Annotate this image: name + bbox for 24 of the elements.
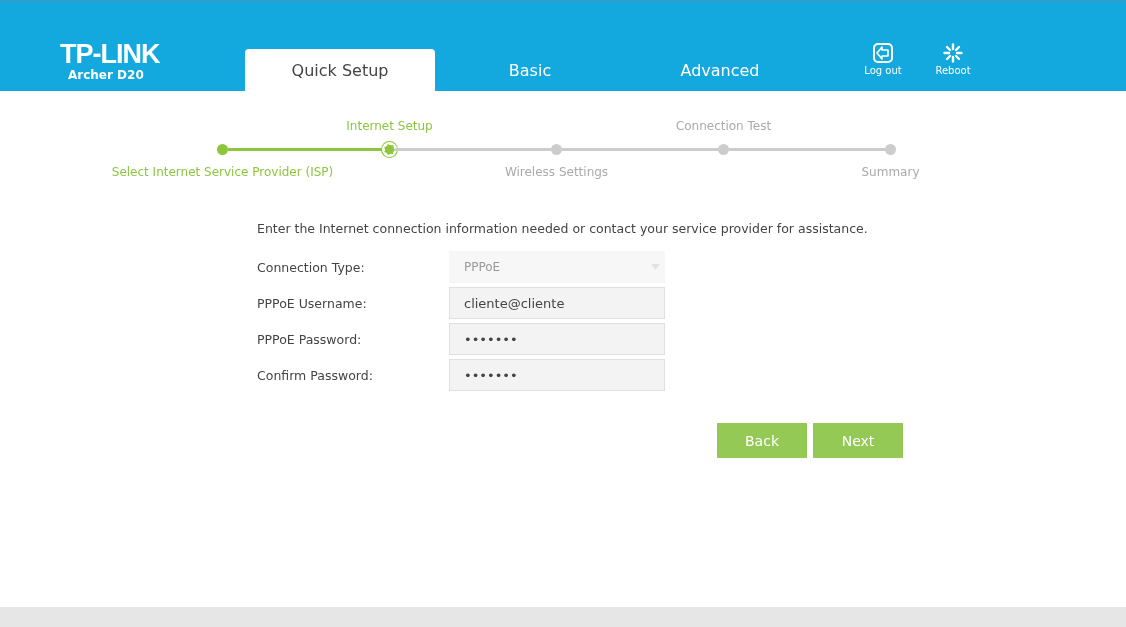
next-button[interactable]: Next [813,423,903,458]
field-label: Confirm Password: [257,367,374,383]
instruction-text: Enter the Internet connection information needed or contact your service provider for assistance. [257,221,869,236]
password-field[interactable]: ••••••• [449,359,665,391]
reboot-button[interactable]: Reboot [931,42,975,76]
brand-logo: TP-LINK [60,40,161,68]
field-label: PPPoE Password: [257,331,363,347]
step-label: Wireless Settings [504,165,609,181]
logout-button[interactable]: Log out [861,42,905,76]
back-button[interactable]: Back [717,423,807,458]
step-label: Connection Test [675,119,772,135]
spinner-icon [943,42,963,63]
nav-tab[interactable]: Advanced [625,49,815,91]
nav-tab[interactable]: Basic [435,49,625,91]
field-label: Connection Type: [257,259,366,275]
username-field[interactable]: cliente@cliente [449,287,665,319]
step-label: Select Internet Service Provider (ISP) [111,165,334,181]
model-name: Archer D20 [68,68,145,82]
logout-icon [872,42,894,63]
step-label: Internet Setup [346,119,433,135]
field-label: PPPoE Username: [257,295,368,311]
nav-tab[interactable]: Quick Setup [245,49,435,91]
step-label: Summary [861,165,920,181]
password-field[interactable]: ••••••• [449,323,665,355]
